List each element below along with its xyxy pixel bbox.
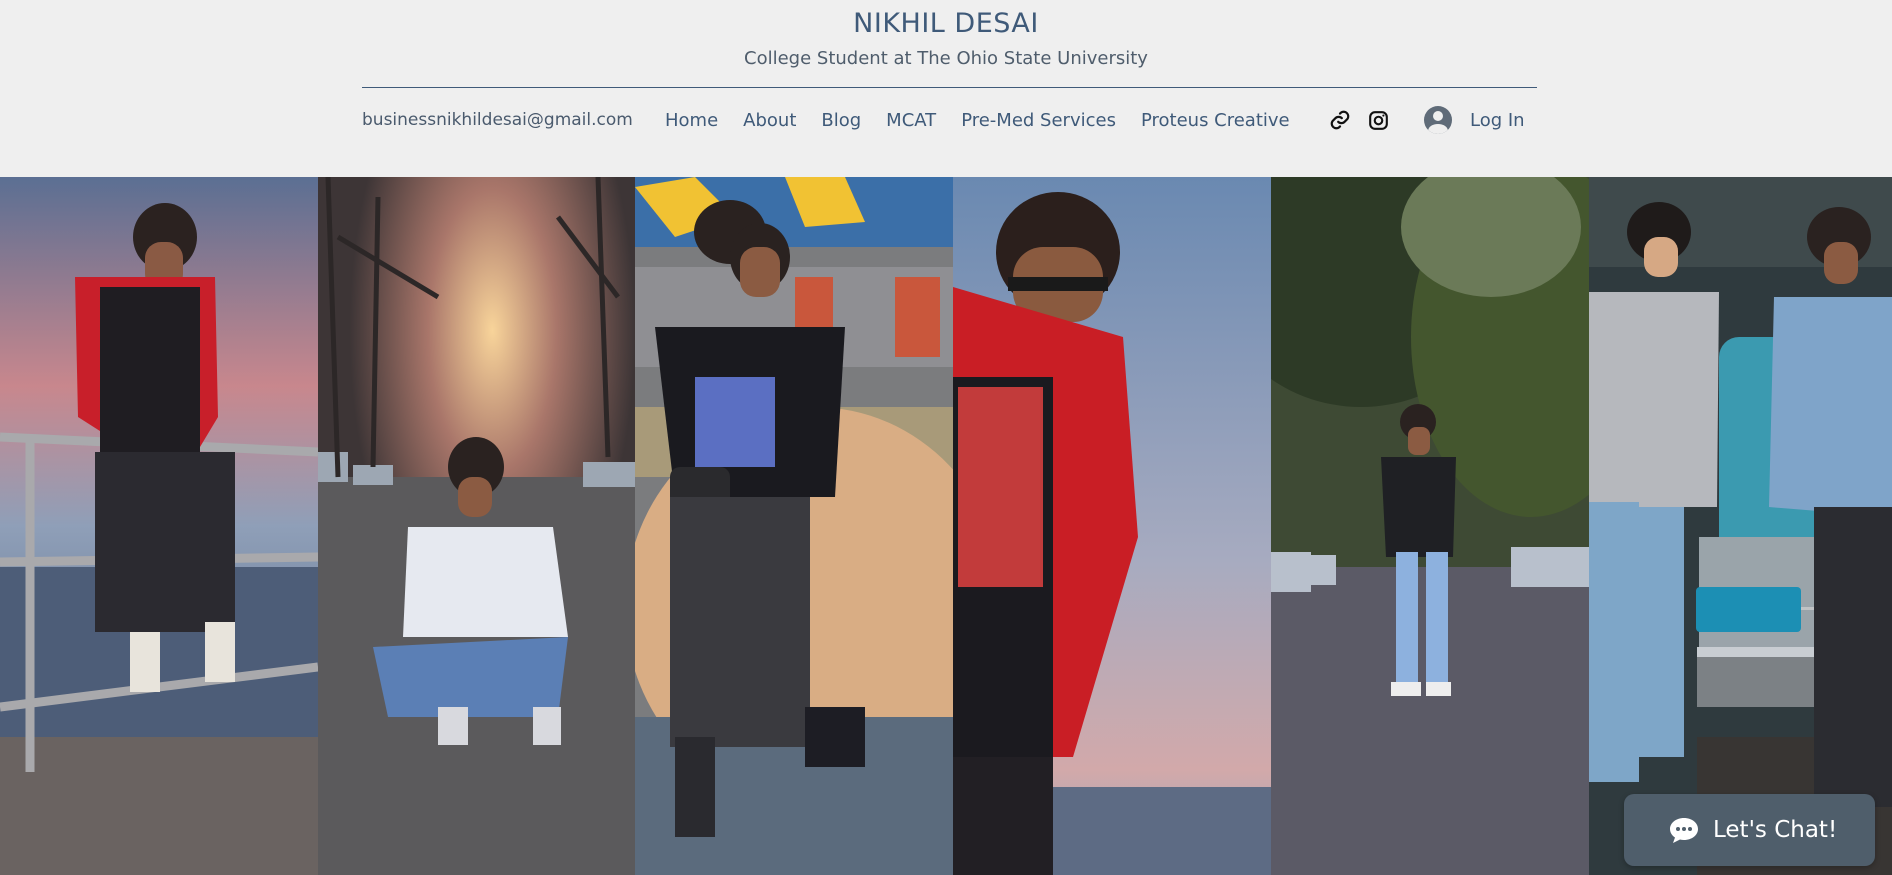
- site-tagline: College Student at The Ohio State Univer…: [744, 48, 1148, 69]
- gallery-photo[interactable]: [635, 177, 953, 875]
- nav-item-pre-med-services[interactable]: Pre-Med Services: [961, 110, 1116, 131]
- main-nav: Home About Blog MCAT Pre-Med Services Pr…: [665, 108, 1315, 132]
- site-title[interactable]: NIKHIL DESAI: [0, 8, 1892, 39]
- photo-gallery: [0, 177, 1892, 875]
- nav-item-home[interactable]: Home: [665, 110, 718, 131]
- login-label: Log In: [1470, 109, 1525, 131]
- gallery-photo[interactable]: [1589, 177, 1892, 875]
- chat-bubble-icon: [1670, 818, 1698, 843]
- nav-item-blog[interactable]: Blog: [821, 110, 861, 131]
- gallery-photo[interactable]: [318, 177, 635, 875]
- gallery-photo[interactable]: [953, 177, 1271, 875]
- instagram-icon[interactable]: [1366, 108, 1390, 132]
- login-button[interactable]: Log In: [1424, 105, 1525, 135]
- avatar-icon: [1424, 106, 1452, 134]
- link-icon[interactable]: [1328, 108, 1352, 132]
- header-divider: [362, 87, 1537, 88]
- nav-item-mcat[interactable]: MCAT: [886, 110, 936, 131]
- gallery-photo[interactable]: [1271, 177, 1589, 875]
- chat-label: Let's Chat!: [1713, 817, 1838, 843]
- nav-item-proteus-creative[interactable]: Proteus Creative: [1141, 110, 1290, 131]
- chat-button[interactable]: Let's Chat!: [1624, 794, 1875, 866]
- site-header: NIKHIL DESAI College Student at The Ohio…: [0, 0, 1892, 177]
- contact-email: businessnikhildesai@gmail.com: [362, 110, 633, 130]
- gallery-photo[interactable]: [0, 177, 318, 875]
- nav-item-about[interactable]: About: [743, 110, 796, 131]
